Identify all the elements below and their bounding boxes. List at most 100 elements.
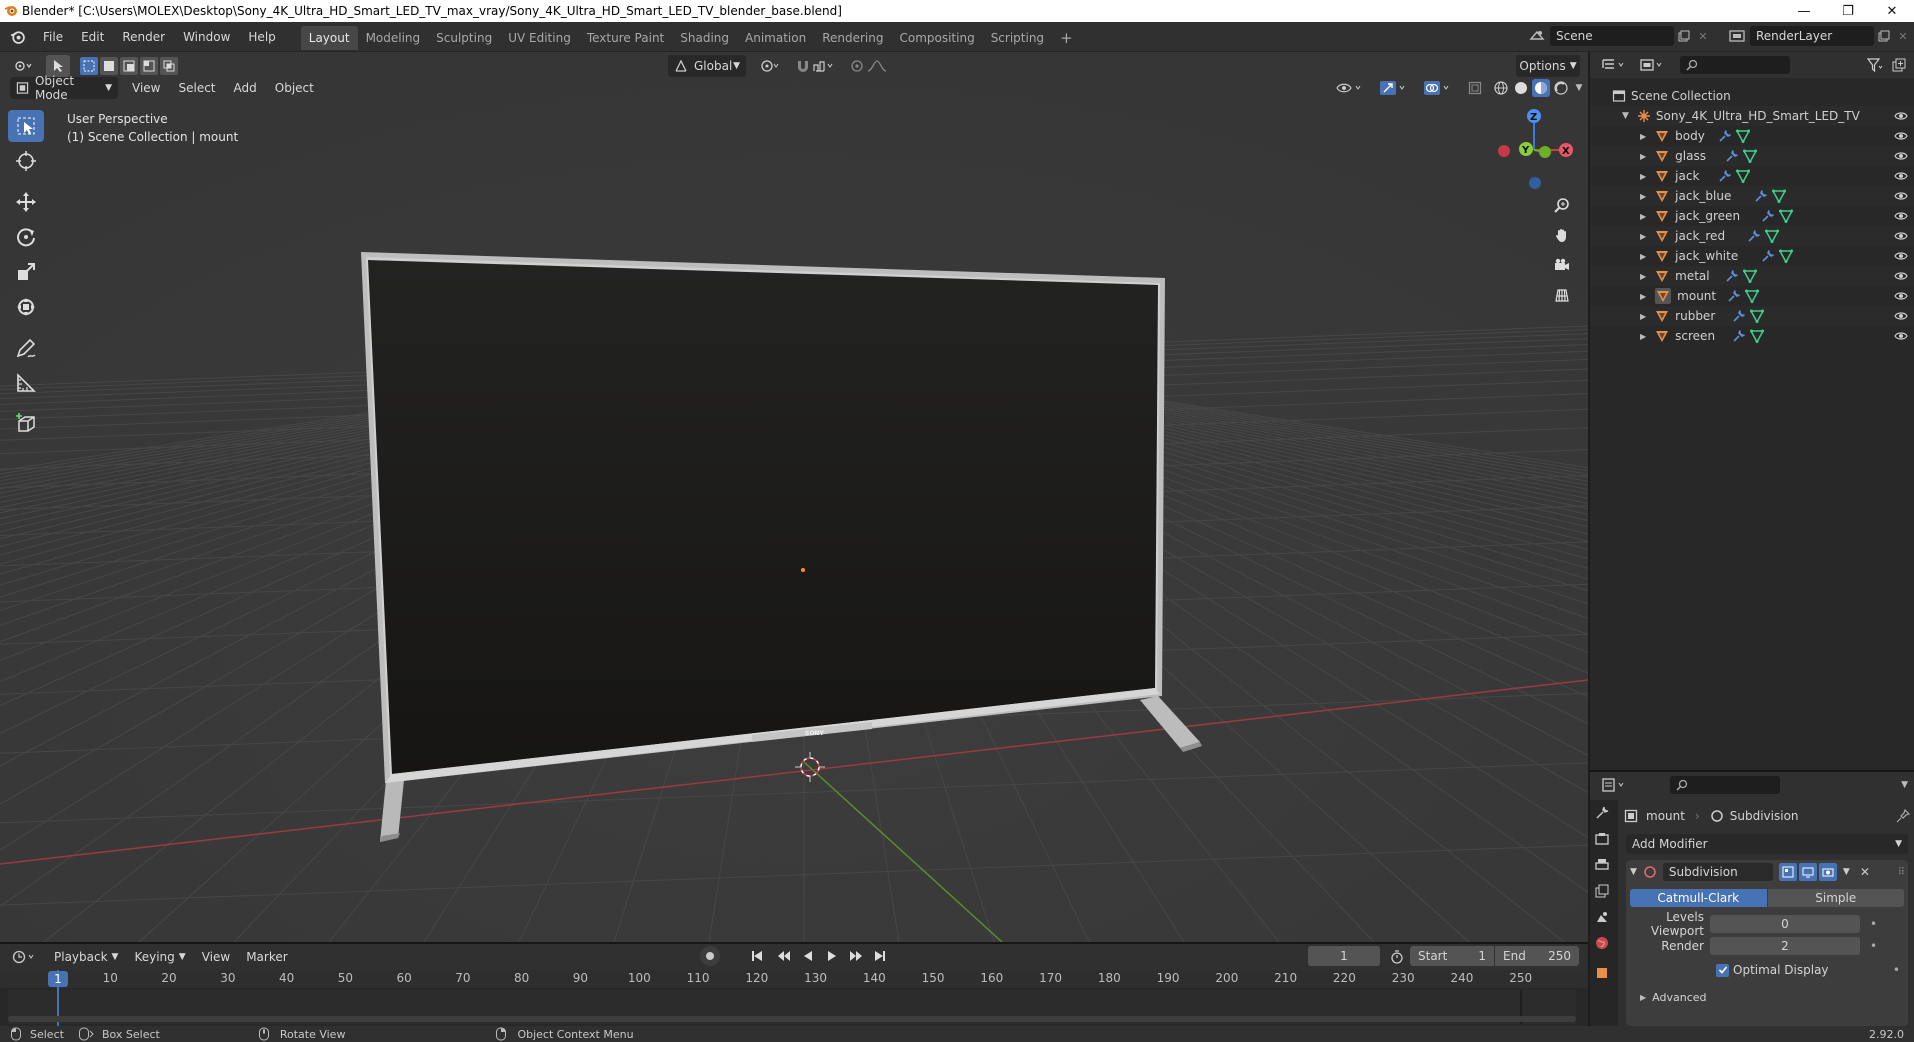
tab-output[interactable]	[1590, 852, 1614, 878]
play-button[interactable]	[822, 946, 842, 966]
add-modifier-dropdown[interactable]: Add Modifier ▼	[1626, 834, 1908, 854]
chevron-down-icon[interactable]: ▼	[1901, 780, 1908, 790]
select-subtract-icon[interactable]	[120, 57, 138, 75]
modifier-wrench-icon[interactable]	[1718, 169, 1732, 183]
expand-down-icon[interactable]: ▼	[1622, 111, 1629, 121]
tab-animation[interactable]: Animation	[737, 26, 814, 50]
viewport-toggle-icon[interactable]	[1798, 863, 1817, 881]
new-scene-icon[interactable]	[1674, 30, 1694, 42]
mesh-data-icon[interactable]	[1736, 129, 1751, 143]
expand-right-icon[interactable]: ▶	[1640, 212, 1646, 221]
expand-right-icon[interactable]: ▶	[1640, 252, 1646, 261]
expand-right-icon[interactable]: ▶	[1640, 172, 1646, 181]
xray-toggle[interactable]	[1462, 77, 1488, 99]
zoom-button[interactable]	[1547, 190, 1577, 220]
next-keyframe-button[interactable]	[846, 946, 866, 966]
playhead-frame-label[interactable]: 1	[48, 971, 68, 987]
material-shading-icon[interactable]	[1532, 79, 1550, 97]
render-toggle-icon[interactable]	[1818, 863, 1837, 881]
timeline-editor-type-button[interactable]	[6, 946, 44, 968]
tab-world[interactable]	[1590, 930, 1614, 956]
edit-mode-toggle-icon[interactable]	[1778, 863, 1797, 881]
eye-icon[interactable]	[1894, 309, 1908, 323]
modifier-wrench-icon[interactable]	[1725, 149, 1739, 163]
outliner-item-rubber[interactable]: ▶ rubber	[1590, 306, 1914, 326]
timeline-menu-playback[interactable]: Playback ▼	[48, 946, 124, 968]
tab-object[interactable]	[1590, 960, 1614, 986]
tab-scripting[interactable]: Scripting	[983, 26, 1052, 50]
camera-view-button[interactable]	[1547, 250, 1577, 280]
render-levels-field[interactable]: 2	[1710, 937, 1860, 955]
drag-handle-icon[interactable]: ⠿	[1898, 867, 1905, 878]
modifier-wrench-icon[interactable]	[1761, 249, 1775, 263]
eye-icon[interactable]	[1894, 149, 1908, 163]
tab-scene[interactable]	[1590, 904, 1614, 930]
tab-uv-editing[interactable]: UV Editing	[500, 26, 579, 50]
outliner-item-jack[interactable]: ▶ jack	[1590, 166, 1914, 186]
view-layer-icon[interactable]	[1724, 29, 1750, 43]
outliner-item-metal[interactable]: ▶ metal	[1590, 266, 1914, 286]
pin-icon[interactable]	[1896, 809, 1910, 823]
outliner-item-screen[interactable]: ▶ screen	[1590, 326, 1914, 346]
tab-render[interactable]	[1590, 826, 1614, 852]
advanced-subpanel[interactable]: ▶ Advanced	[1626, 988, 1908, 1006]
tab-view-layer[interactable]	[1590, 878, 1614, 904]
expand-right-icon[interactable]: ▶	[1640, 312, 1646, 321]
preview-range-toggle[interactable]	[1388, 948, 1406, 966]
delete-view-layer-icon[interactable]: ✕	[1894, 30, 1912, 43]
remove-modifier-icon[interactable]: ✕	[1860, 865, 1870, 879]
snap-toggle[interactable]	[790, 55, 842, 77]
modifier-wrench-icon[interactable]	[1761, 209, 1775, 223]
mesh-data-icon[interactable]	[1743, 269, 1758, 283]
wireframe-shading-icon[interactable]	[1492, 79, 1510, 97]
modifier-wrench-icon[interactable]	[1747, 229, 1761, 243]
optimal-display-checkbox[interactable]	[1716, 963, 1729, 977]
outliner-item-jack-white[interactable]: ▶ jack_white	[1590, 246, 1914, 266]
viewport-menu-object[interactable]: Object	[269, 77, 320, 99]
new-view-layer-icon[interactable]	[1874, 30, 1894, 42]
view-layer-field[interactable]: RenderLayer	[1750, 26, 1874, 46]
simple-option[interactable]: Simple	[1767, 889, 1904, 907]
viewport-menu-add[interactable]: Add	[228, 77, 263, 99]
delete-scene-icon[interactable]: ✕	[1694, 30, 1712, 43]
timeline-menu-view[interactable]: View	[196, 946, 236, 968]
solid-shading-icon[interactable]	[1512, 79, 1530, 97]
select-intersect-icon[interactable]	[160, 57, 178, 75]
current-frame-field[interactable]: 1	[1308, 946, 1380, 966]
tab-layout[interactable]: Layout	[300, 26, 358, 50]
ortho-toggle-button[interactable]	[1547, 280, 1577, 310]
overlays-toggle[interactable]	[1418, 77, 1458, 99]
eye-icon[interactable]	[1894, 209, 1908, 223]
scene-icon[interactable]	[1524, 29, 1550, 43]
scale-tool[interactable]	[8, 256, 44, 288]
timeline-scrollbar[interactable]	[8, 1016, 1576, 1022]
cursor-tool[interactable]	[8, 145, 44, 177]
modifier-options-chevron-icon[interactable]: ▼	[1843, 867, 1850, 877]
properties-editor-type-button[interactable]	[1596, 774, 1634, 796]
select-box-tool[interactable]	[8, 110, 44, 142]
modifier-wrench-icon[interactable]	[1725, 269, 1739, 283]
menu-edit[interactable]: Edit	[72, 22, 113, 52]
mesh-data-icon[interactable]	[1779, 249, 1794, 263]
eye-icon[interactable]	[1894, 269, 1908, 283]
options-dropdown[interactable]: Options ▼	[1516, 55, 1580, 77]
menu-file[interactable]: File	[34, 22, 72, 52]
mesh-data-icon[interactable]	[1743, 149, 1758, 163]
viewport-menu-select[interactable]: Select	[172, 77, 221, 99]
tab-texture-paint[interactable]: Texture Paint	[579, 26, 672, 50]
expand-right-icon[interactable]: ▶	[1640, 152, 1646, 161]
modifier-wrench-icon[interactable]	[1727, 289, 1741, 303]
select-invert-icon[interactable]	[140, 57, 158, 75]
annotate-tool[interactable]	[8, 332, 44, 364]
mesh-data-icon[interactable]	[1779, 209, 1794, 223]
expand-right-icon[interactable]: ▶	[1640, 292, 1646, 301]
blender-menu-button[interactable]	[0, 22, 34, 52]
outliner-item-glass[interactable]: ▶ glass	[1590, 146, 1914, 166]
proportional-edit-toggle[interactable]	[844, 55, 900, 77]
auto-keying-button[interactable]	[700, 946, 720, 966]
mesh-data-icon[interactable]	[1750, 309, 1765, 323]
prev-keyframe-button[interactable]	[774, 946, 794, 966]
jump-start-button[interactable]	[744, 946, 770, 966]
outliner-editor-type-button[interactable]	[1596, 54, 1634, 76]
outliner-item-jack-blue[interactable]: ▶ jack_blue	[1590, 186, 1914, 206]
